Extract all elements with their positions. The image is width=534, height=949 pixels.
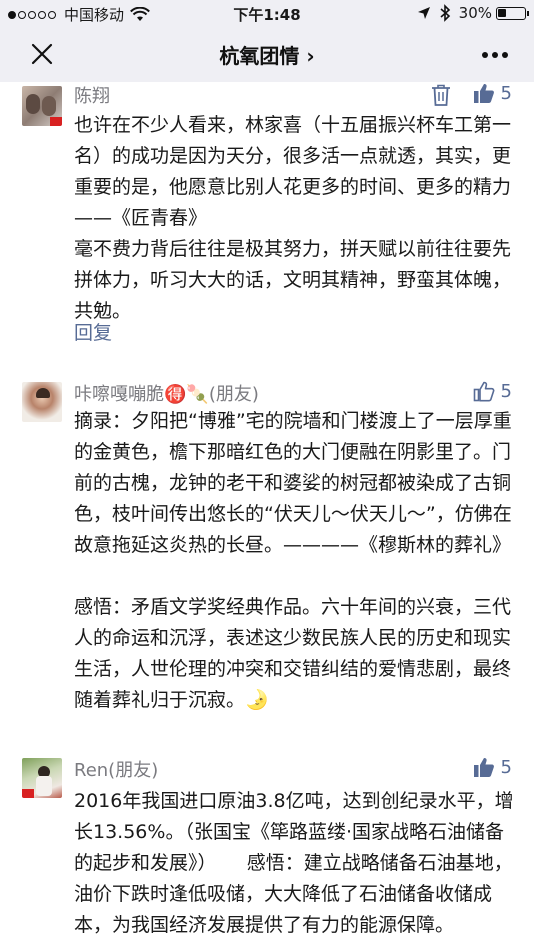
comment-text: 也许在不少人看来，林家喜（十五届振兴杯车工第一名）的成功是因为天分，很多活一点就… (74, 114, 512, 322)
like-count: 5 (500, 82, 512, 104)
like-button[interactable]: 5 (473, 380, 512, 402)
like-button[interactable]: 5 (473, 82, 512, 104)
bluetooth-icon (440, 4, 450, 22)
like-count: 5 (500, 380, 512, 402)
like-button[interactable]: 5 (473, 756, 512, 778)
thumbs-up-filled-icon (473, 84, 494, 103)
comment-text: 2016年我国进口原油3.8亿吨，达到创纪录水平，增长13.56%。（张国宝《筚… (74, 790, 514, 936)
status-bar: 中国移动 下午1:48 30% (0, 0, 534, 26)
battery-percent: 30% (458, 4, 492, 22)
location-arrow-icon (417, 7, 430, 19)
comment-text: 摘录：夕阳把“博雅”宅的院墙和门楼渡上了一层厚重的金黄色，檐下那暗红色的大门便融… (74, 410, 512, 711)
page-title-text: 杭氧团情 (219, 44, 300, 68)
comment-item: Ren(朋友) 5 2016年我国进口原油3.8亿吨，达到创纪录水平，增长13.… (0, 754, 534, 949)
commenter-name[interactable]: Ren(朋友) (74, 756, 158, 782)
navigation-bar: 杭氧团情 › (0, 26, 534, 82)
more-options-icon[interactable] (478, 52, 508, 58)
status-right: 30% (417, 4, 529, 22)
trash-icon[interactable] (430, 83, 452, 107)
avatar[interactable] (22, 382, 62, 422)
chevron-right-icon: › (306, 44, 315, 68)
battery-icon (496, 6, 529, 20)
like-count: 5 (500, 756, 512, 778)
comment-item: 咔嚓嘎嘣脆🉐🍡(朋友) 5 摘录：夕阳把“博雅”宅的院墙和门楼渡上了一层厚重的金… (0, 378, 534, 748)
avatar[interactable] (22, 86, 62, 126)
battery-level (498, 8, 506, 17)
thumbs-up-outline-icon (473, 381, 494, 402)
thumbs-up-filled-icon (473, 758, 494, 777)
comment-list: 陈翔 5 也许在不少人看来，林家喜（十五届振兴杯车工第一名）的成功是因为天分，很… (0, 82, 534, 949)
reply-link[interactable]: 回复 (74, 318, 112, 345)
commenter-name[interactable]: 陈翔 (74, 82, 110, 108)
avatar[interactable] (22, 758, 62, 798)
comment-item: 陈翔 5 也许在不少人看来，林家喜（十五届振兴杯车工第一名）的成功是因为天分，很… (0, 82, 534, 372)
commenter-name[interactable]: 咔嚓嘎嘣脆🉐🍡(朋友) (74, 380, 259, 406)
page-title[interactable]: 杭氧团情 › (0, 40, 534, 69)
